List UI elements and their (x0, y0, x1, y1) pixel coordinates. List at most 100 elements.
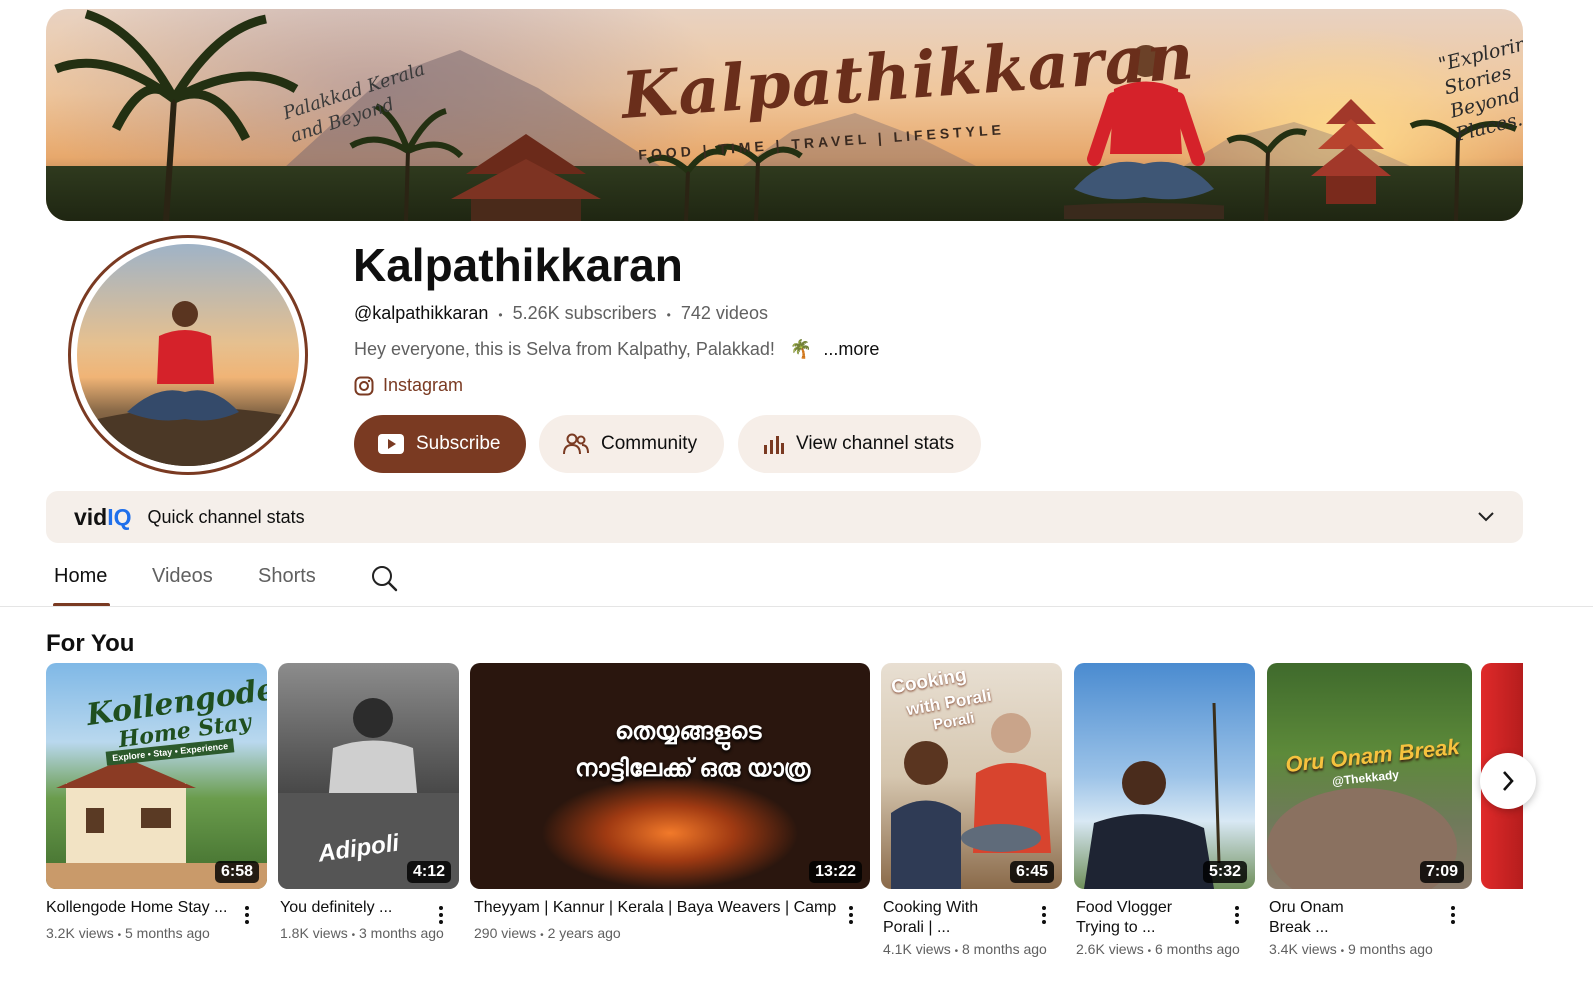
meta-separator: • (540, 930, 544, 941)
vidiq-quick-stats-bar[interactable]: vidIQ Quick channel stats (46, 491, 1523, 543)
video-duration: 7:09 (1419, 861, 1464, 883)
subscribe-button[interactable]: Subscribe (354, 415, 526, 473)
video-title[interactable]: Theyyam | Kannur | Kerala | Baya Weavers… (474, 898, 836, 918)
video-duration: 6:58 (214, 861, 259, 883)
video-meta: 1.8K views • 3 months ago (280, 925, 444, 941)
vidiq-logo-text: vid (74, 503, 108, 530)
video-age: 2 years ago (547, 925, 621, 941)
tab-shorts[interactable]: Shorts (258, 565, 316, 588)
video-duration: 5:32 (1202, 861, 1247, 883)
video-views: 1.8K views (280, 925, 348, 941)
youtube-play-icon (378, 434, 404, 454)
carousel-next-button[interactable] (1480, 753, 1536, 809)
meta-separator: • (954, 946, 959, 957)
search-icon[interactable] (370, 564, 398, 592)
tabs-divider (0, 606, 1593, 607)
video-views: 4.1K views (883, 941, 951, 957)
video-thumbnail[interactable]: Adipoli 4:12 (278, 663, 459, 889)
temple-graphic (451, 134, 601, 221)
subscribe-label: Subscribe (416, 433, 501, 454)
video-duration: 13:22 (809, 861, 862, 883)
video-title-line-2: Break ... (1269, 919, 1329, 936)
video-age: 6 months ago (1155, 941, 1240, 957)
channel-avatar[interactable] (68, 235, 308, 475)
video-views: 3.2K views (46, 925, 114, 941)
more-options-icon[interactable] (1235, 906, 1239, 927)
video-views: 2.6K views (1076, 941, 1144, 957)
description-text: Hey everyone, this is Selva from Kalpath… (354, 339, 775, 359)
more-link[interactable]: ...more (823, 339, 879, 359)
chevron-down-icon[interactable] (1477, 511, 1495, 523)
video-title[interactable]: You definitely ... (280, 898, 430, 918)
instagram-link[interactable]: Instagram (354, 375, 463, 396)
video-title-line-1: Oru Onam (1269, 899, 1344, 916)
vidiq-logo: vidIQ (74, 504, 132, 531)
palm-emoji: 🌴 (789, 339, 813, 359)
bar-chart-icon (764, 436, 784, 454)
more-options-icon[interactable] (1042, 906, 1046, 927)
instagram-label: Instagram (383, 375, 464, 395)
people-icon (563, 433, 589, 455)
video-title[interactable]: Kollengode Home Stay ... (46, 898, 231, 918)
more-options-icon[interactable] (245, 906, 249, 927)
avatar-person-graphic (77, 301, 299, 466)
instagram-icon (354, 376, 374, 395)
video-age: 5 months ago (125, 925, 210, 941)
video-views: 290 views (474, 925, 537, 941)
video-meta: 290 views • 2 years ago (474, 925, 621, 941)
channel-description[interactable]: Hey everyone, this is Selva from Kalpath… (354, 339, 879, 360)
video-title-line-2: Porali | ... (883, 919, 951, 936)
thumbnail-title: തെയ്യങ്ങളുടെ (615, 718, 762, 745)
video-views: 3.4K views (1269, 941, 1337, 957)
view-channel-stats-button[interactable]: View channel stats (738, 415, 981, 473)
community-button[interactable]: Community (539, 415, 724, 473)
meta-separator: • (1340, 946, 1345, 957)
meta-separator: • (1147, 946, 1152, 957)
tab-videos[interactable]: Videos (152, 565, 213, 588)
channel-name: Kalpathikkaran (353, 239, 683, 291)
video-thumbnail[interactable]: 5:32 (1074, 663, 1255, 889)
video-meta: 3.4K views • 9 months ago (1269, 941, 1433, 957)
community-label: Community (601, 433, 698, 454)
video-thumbnail[interactable]: Cooking with Porali Porali 6:45 (881, 663, 1062, 889)
meta-separator: • (666, 308, 671, 322)
person-graphic (1084, 702, 1221, 889)
meta-separator: • (498, 308, 503, 322)
subscriber-count: 5.26K subscribers (512, 303, 657, 323)
vidiq-label: Quick channel stats (147, 506, 305, 527)
video-title-line-1: Cooking With (883, 899, 979, 916)
meta-separator: • (117, 930, 122, 941)
video-meta: 2.6K views • 6 months ago (1076, 941, 1240, 957)
video-meta: 3.2K views • 5 months ago (46, 925, 210, 941)
video-title[interactable]: Cooking With Porali | ... (883, 898, 1023, 938)
channel-banner: Kalpathikkaran FOOD | TIME | TRAVEL | LI… (46, 9, 1523, 221)
more-options-icon[interactable] (1451, 906, 1455, 927)
tab-home[interactable]: Home (54, 565, 107, 588)
video-title-line-1: Food Vlogger (1076, 899, 1173, 916)
video-duration: 4:12 (406, 861, 451, 883)
palm-tree-graphic (54, 9, 299, 221)
meta-separator: • (351, 930, 356, 941)
video-thumbnail[interactable]: തെയ്യങ്ങളുടെ നാട്ടിലേക്ക് ഒരു യാത്ര 13:2… (470, 663, 870, 889)
view-channel-stats-label: View channel stats (796, 433, 955, 454)
video-thumbnail[interactable]: Kollengode Home Stay Explore • Stay • Ex… (46, 663, 267, 889)
video-title[interactable]: Food Vlogger Trying to ... (1076, 898, 1216, 938)
video-meta: 4.1K views • 8 months ago (883, 941, 1047, 957)
chevron-right-icon (1503, 771, 1514, 791)
video-title-line-2: Trying to ... (1076, 919, 1156, 936)
video-age: 3 months ago (359, 925, 444, 941)
channel-handle: @kalpathikkaran (354, 303, 489, 323)
video-count: 742 videos (680, 303, 768, 323)
video-age: 9 months ago (1348, 941, 1433, 957)
video-title[interactable]: Oru Onam Break ... (1269, 898, 1409, 938)
more-options-icon[interactable] (439, 906, 443, 927)
vidiq-logo-iq: IQ (107, 503, 132, 530)
thumbnail-subtitle: നാട്ടിലേക്ക് ഒരു യാത്ര (575, 755, 811, 782)
pagoda-graphic (1311, 99, 1391, 204)
video-duration: 6:45 (1009, 861, 1054, 883)
section-title-for-you: For You (46, 630, 135, 657)
channel-meta: @kalpathikkaran • 5.26K subscribers • 74… (354, 303, 768, 324)
video-thumbnail[interactable]: Oru Onam Break @Thekkady 7:09 (1267, 663, 1472, 889)
video-age: 8 months ago (962, 941, 1047, 957)
more-options-icon[interactable] (849, 906, 853, 927)
